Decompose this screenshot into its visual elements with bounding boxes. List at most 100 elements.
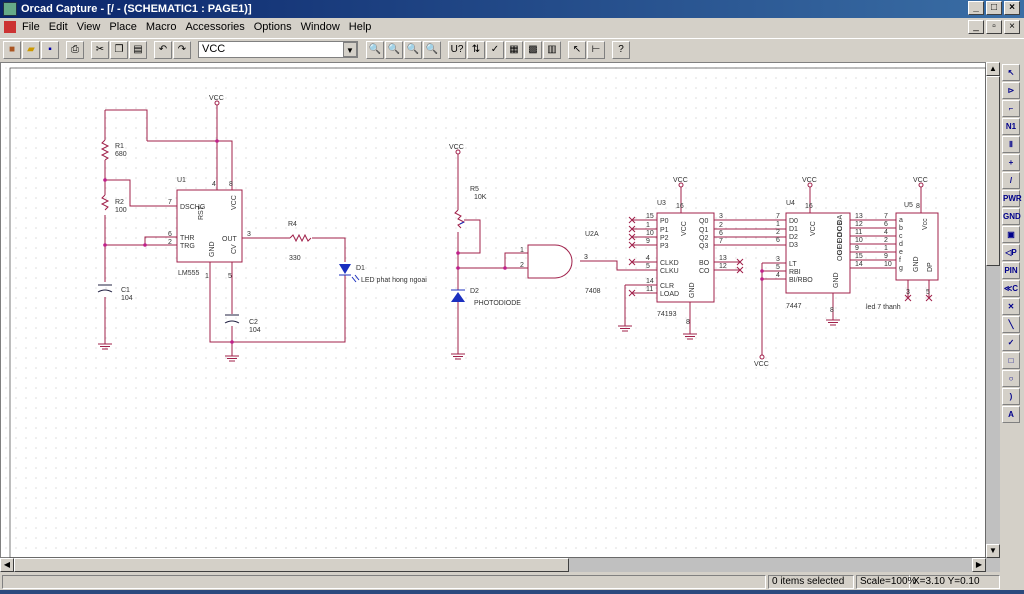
pin-label: CLR xyxy=(660,283,674,290)
ground-icon[interactable]: GND xyxy=(1002,208,1021,225)
junction-dot xyxy=(103,243,107,247)
text-icon[interactable]: A xyxy=(1002,406,1020,423)
pin-label: 7 xyxy=(884,213,888,220)
cursor-coords: X=3.10 Y=0.10 xyxy=(910,575,1000,589)
rectangle-icon[interactable]: □ xyxy=(1002,352,1020,369)
pin-label: 16 xyxy=(676,203,684,210)
pin-label: P1 xyxy=(660,227,669,234)
status-bar: 0 items selected Scale=100% X=3.10 Y=0.1… xyxy=(0,574,1024,590)
scroll-right-arrow[interactable]: ▶ xyxy=(972,558,986,572)
pin-label: a xyxy=(899,217,903,224)
polyline-icon[interactable]: ✓ xyxy=(1002,334,1020,351)
pin-label: CLKU xyxy=(660,268,679,275)
off-page-connector-icon[interactable]: ≪C xyxy=(1002,280,1020,297)
pin-label: CLKD xyxy=(660,260,679,267)
r2-value: 100 xyxy=(115,207,127,214)
place-part-icon[interactable]: ⊳ xyxy=(1002,82,1020,99)
pin-label: c xyxy=(899,233,903,240)
hierarchical-pin-icon[interactable]: PIN xyxy=(1002,262,1020,279)
hierarchical-block-icon[interactable]: ▣ xyxy=(1002,226,1020,243)
pin-label: P3 xyxy=(660,243,669,250)
pin-label: GND xyxy=(209,241,216,257)
pin-label: 5 xyxy=(646,263,650,270)
r4-ref: R4 xyxy=(288,221,297,228)
pin-label: 3 xyxy=(719,213,723,220)
pin-label: D2 xyxy=(789,234,798,241)
junction-dot xyxy=(760,269,764,273)
pin-label: Vcc xyxy=(922,218,929,230)
pin-label: 15 xyxy=(855,253,863,260)
no-connect-icon[interactable]: ✕ xyxy=(1002,298,1020,315)
wires-sensor xyxy=(339,152,657,350)
pin-label: 3 xyxy=(584,254,588,261)
pin-label: GND xyxy=(689,282,696,298)
u5-part: led 7 thanh xyxy=(866,304,901,311)
pin-label: 5 xyxy=(228,273,232,280)
pin-label: 12 xyxy=(719,263,727,270)
u1-part: LM555 xyxy=(178,270,200,277)
scroll-left-arrow[interactable]: ◀ xyxy=(0,558,14,572)
d2-value: PHOTODIODE xyxy=(474,300,521,307)
pin-label: 15 xyxy=(646,213,654,220)
pin-label: CV xyxy=(231,244,238,254)
pin-label: 7 xyxy=(168,199,172,206)
arc-icon[interactable]: ) xyxy=(1002,388,1020,405)
ellipse-icon[interactable]: ○ xyxy=(1002,370,1020,387)
vertical-scroll-thumb[interactable] xyxy=(986,76,1000,266)
vcc-label: VCC xyxy=(449,144,464,151)
pin-label: THR xyxy=(180,235,194,242)
pin-label: 11 xyxy=(855,229,862,236)
c2-ref: C2 xyxy=(249,319,258,326)
pin-label: 3 xyxy=(906,289,910,296)
pin-label: VCC xyxy=(231,195,238,210)
pin-label: OUT xyxy=(222,236,238,243)
wires-555 xyxy=(97,103,466,352)
pin-label: f xyxy=(899,257,901,264)
horizontal-scroll-thumb[interactable] xyxy=(14,558,569,572)
pin-label: 4 xyxy=(884,229,888,236)
power-icon[interactable]: PWR xyxy=(1002,190,1022,207)
vcc-label: VCC xyxy=(209,95,224,102)
place-wire-icon[interactable]: ⌐ xyxy=(1002,100,1020,117)
vertical-scrollbar[interactable]: ▲ ▼ xyxy=(986,62,1000,558)
selection-count: 0 items selected xyxy=(768,575,854,589)
pin-label: 2 xyxy=(168,239,172,246)
pin-label: b xyxy=(899,225,903,232)
scroll-down-arrow[interactable]: ▼ xyxy=(986,544,1000,558)
line-icon[interactable]: ╲ xyxy=(1002,316,1020,333)
ground-icon xyxy=(451,350,465,360)
pin-label: g xyxy=(899,265,903,272)
junction-dot xyxy=(760,277,764,281)
horizontal-scrollbar[interactable]: ◀ ▶ xyxy=(0,558,1000,572)
bus-entry-icon[interactable]: / xyxy=(1002,172,1020,189)
pin-label: 2 xyxy=(884,237,888,244)
pin-label: 13 xyxy=(855,213,863,220)
pin-label: GND xyxy=(913,256,920,272)
place-bus-icon[interactable]: Ⅱ xyxy=(1002,136,1020,153)
junction-icon[interactable]: + xyxy=(1002,154,1020,171)
u2-part: 7408 xyxy=(585,288,601,295)
pin-label: 5 xyxy=(926,289,930,296)
d1-ref: D1 xyxy=(356,265,365,272)
select-icon[interactable]: ↖ xyxy=(1002,64,1020,81)
hierarchical-port-icon[interactable]: ◁P xyxy=(1002,244,1020,261)
power-port-icon xyxy=(759,354,765,360)
pin-label: 9 xyxy=(884,253,888,260)
pin-label: 6 xyxy=(776,237,780,244)
scroll-up-arrow[interactable]: ▲ xyxy=(986,62,1000,76)
net-alias-icon[interactable]: N1 xyxy=(1002,118,1020,135)
zoom-scale: Scale=100% xyxy=(856,575,916,589)
pin-label: OG xyxy=(837,250,844,261)
pin-label: 4 xyxy=(776,272,780,279)
junction-dot xyxy=(215,139,219,143)
c1-value: 104 xyxy=(121,295,133,302)
pin-label: 2 xyxy=(719,222,723,229)
pin-label: 9 xyxy=(855,245,859,252)
ground-icon xyxy=(826,316,840,326)
pin-label: 4 xyxy=(212,181,216,188)
pin-label: CO xyxy=(699,268,710,275)
pin-label: RST xyxy=(198,205,205,220)
pin-label: d xyxy=(899,241,903,248)
pin-label: 1 xyxy=(776,221,780,228)
junction-dot xyxy=(103,178,107,182)
